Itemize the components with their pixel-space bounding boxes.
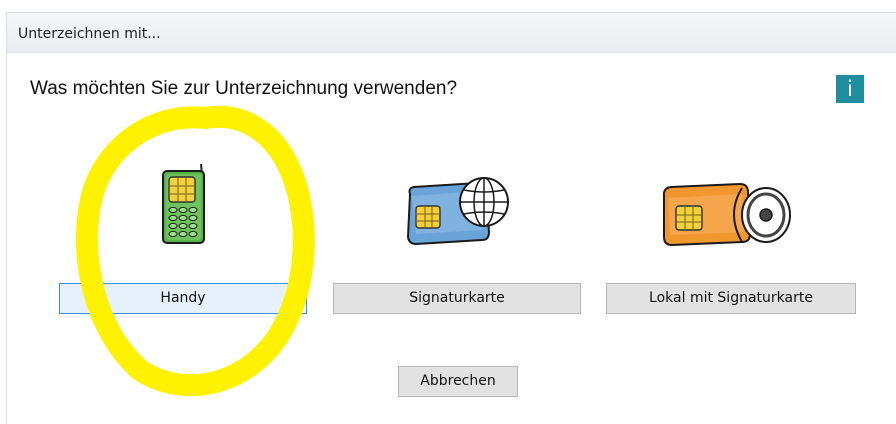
- option-button-lokal-signaturkarte[interactable]: Lokal mit Signaturkarte: [606, 283, 856, 314]
- option-button-signaturkarte[interactable]: Signaturkarte: [333, 283, 581, 314]
- dialog-title: Unterzeichnen mit...: [18, 26, 161, 42]
- dialog-titlebar: Unterzeichnen mit...: [7, 13, 896, 53]
- dialog-question: Was möchten Sie zur Unterzeichnung verwe…: [30, 78, 458, 99]
- signature-card-globe-icon: [406, 177, 509, 246]
- option-button-handy[interactable]: Handy: [59, 283, 307, 314]
- cancel-button[interactable]: Abbrechen: [398, 366, 518, 397]
- mobile-phone-icon: [162, 163, 205, 244]
- signature-card-disc-icon: [662, 182, 791, 247]
- info-icon[interactable]: i: [836, 75, 864, 103]
